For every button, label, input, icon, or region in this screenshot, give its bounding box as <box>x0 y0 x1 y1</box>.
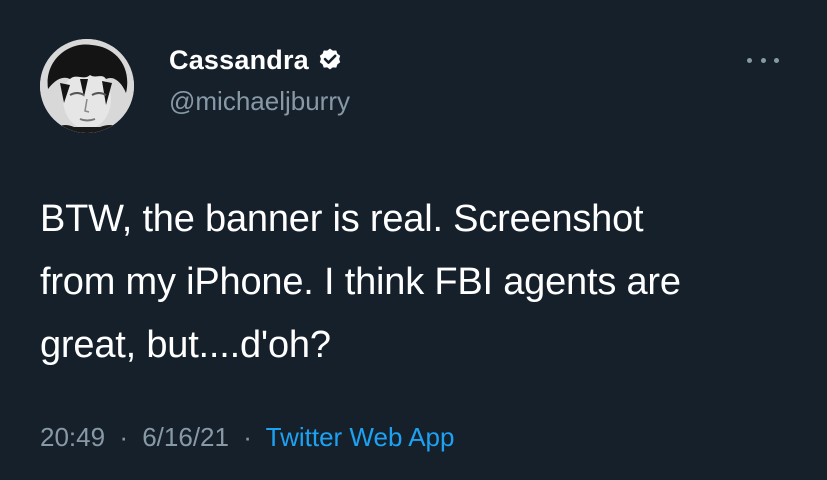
author-display-name[interactable]: Cassandra <box>169 45 309 76</box>
tweet-text-line: from my iPhone. I think FBI agents are <box>40 261 681 303</box>
more-dot <box>760 57 766 63</box>
more-dot <box>747 57 752 63</box>
meta-separator: · <box>243 422 252 452</box>
meta-separator: · <box>119 422 128 452</box>
more-options-icon[interactable] <box>747 50 779 70</box>
more-dot <box>774 57 779 63</box>
tweet-text-line: great, but....d'oh? <box>40 324 331 366</box>
avatar-image <box>40 39 134 133</box>
verified-badge-icon <box>317 47 343 73</box>
tweet-date[interactable]: 6/16/21 <box>142 422 229 452</box>
avatar[interactable] <box>40 39 134 133</box>
author-handle[interactable]: @michaeljburry <box>169 86 350 117</box>
tweet-card: Cassandra @michaeljburry BTW, the banner… <box>0 0 827 480</box>
tweet-time[interactable]: 20:49 <box>40 422 105 452</box>
author-name-row[interactable]: Cassandra <box>169 42 343 78</box>
tweet-source-link[interactable]: Twitter Web App <box>266 422 455 452</box>
tweet-meta: 20:49 · 6/16/21 · Twitter Web App <box>40 422 454 453</box>
tweet-text-line: BTW, the banner is real. Screenshot <box>40 198 644 240</box>
tweet-text: BTW, the banner is real. Screenshot from… <box>40 188 800 377</box>
